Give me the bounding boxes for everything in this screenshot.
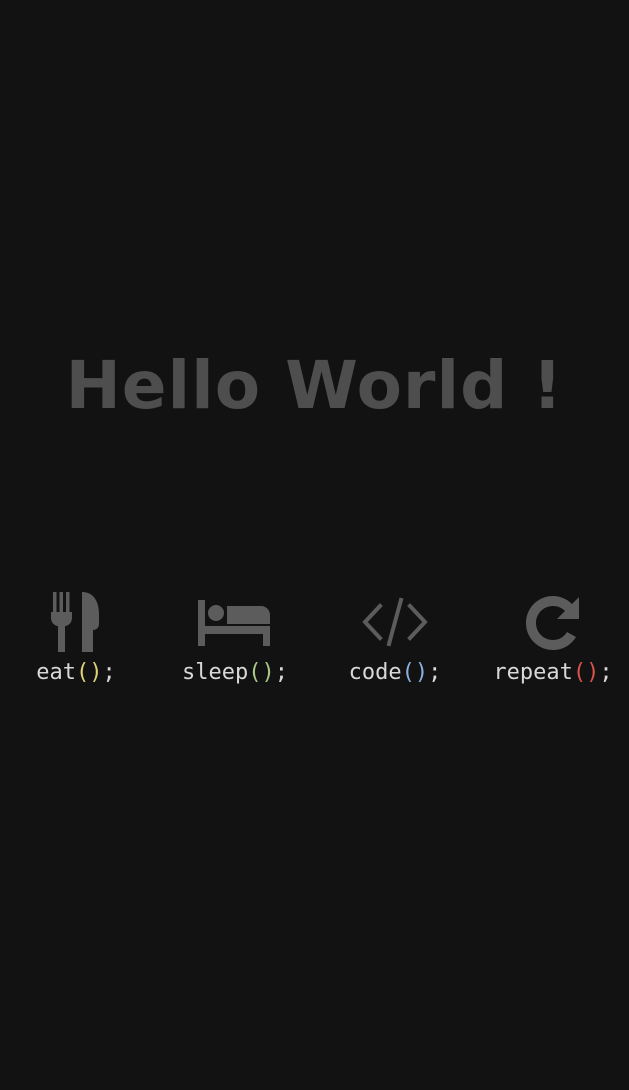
redo-arrow-icon [478, 588, 628, 654]
routine-item-code: code(); [320, 588, 470, 698]
routine-item-eat: eat(); [1, 588, 151, 698]
semicolon: ; [599, 660, 613, 685]
semicolon: ; [428, 660, 442, 685]
function-name: repeat [493, 660, 573, 685]
code-label: code(); [320, 658, 470, 688]
eat-label: eat(); [1, 658, 151, 688]
function-name: sleep [182, 660, 249, 685]
function-name: eat [36, 660, 76, 685]
parentheses: () [401, 660, 429, 685]
function-name: code [348, 660, 402, 685]
routine-item-repeat: repeat(); [478, 588, 628, 698]
headline: Hello World ! [65, 347, 564, 424]
routine-item-sleep: sleep(); [160, 588, 310, 698]
semicolon: ; [102, 660, 116, 685]
parentheses: () [572, 660, 600, 685]
fork-knife-icon [1, 588, 151, 654]
bed-icon [160, 588, 310, 654]
parentheses: () [248, 660, 275, 685]
wallpaper-canvas: Hello World ! eat(); sleep(); code(); re… [0, 0, 629, 1090]
repeat-label: repeat(); [478, 658, 628, 688]
sleep-label: sleep(); [160, 658, 310, 688]
semicolon: ; [274, 660, 288, 685]
code-brackets-icon [320, 588, 470, 654]
parentheses: () [76, 660, 103, 685]
